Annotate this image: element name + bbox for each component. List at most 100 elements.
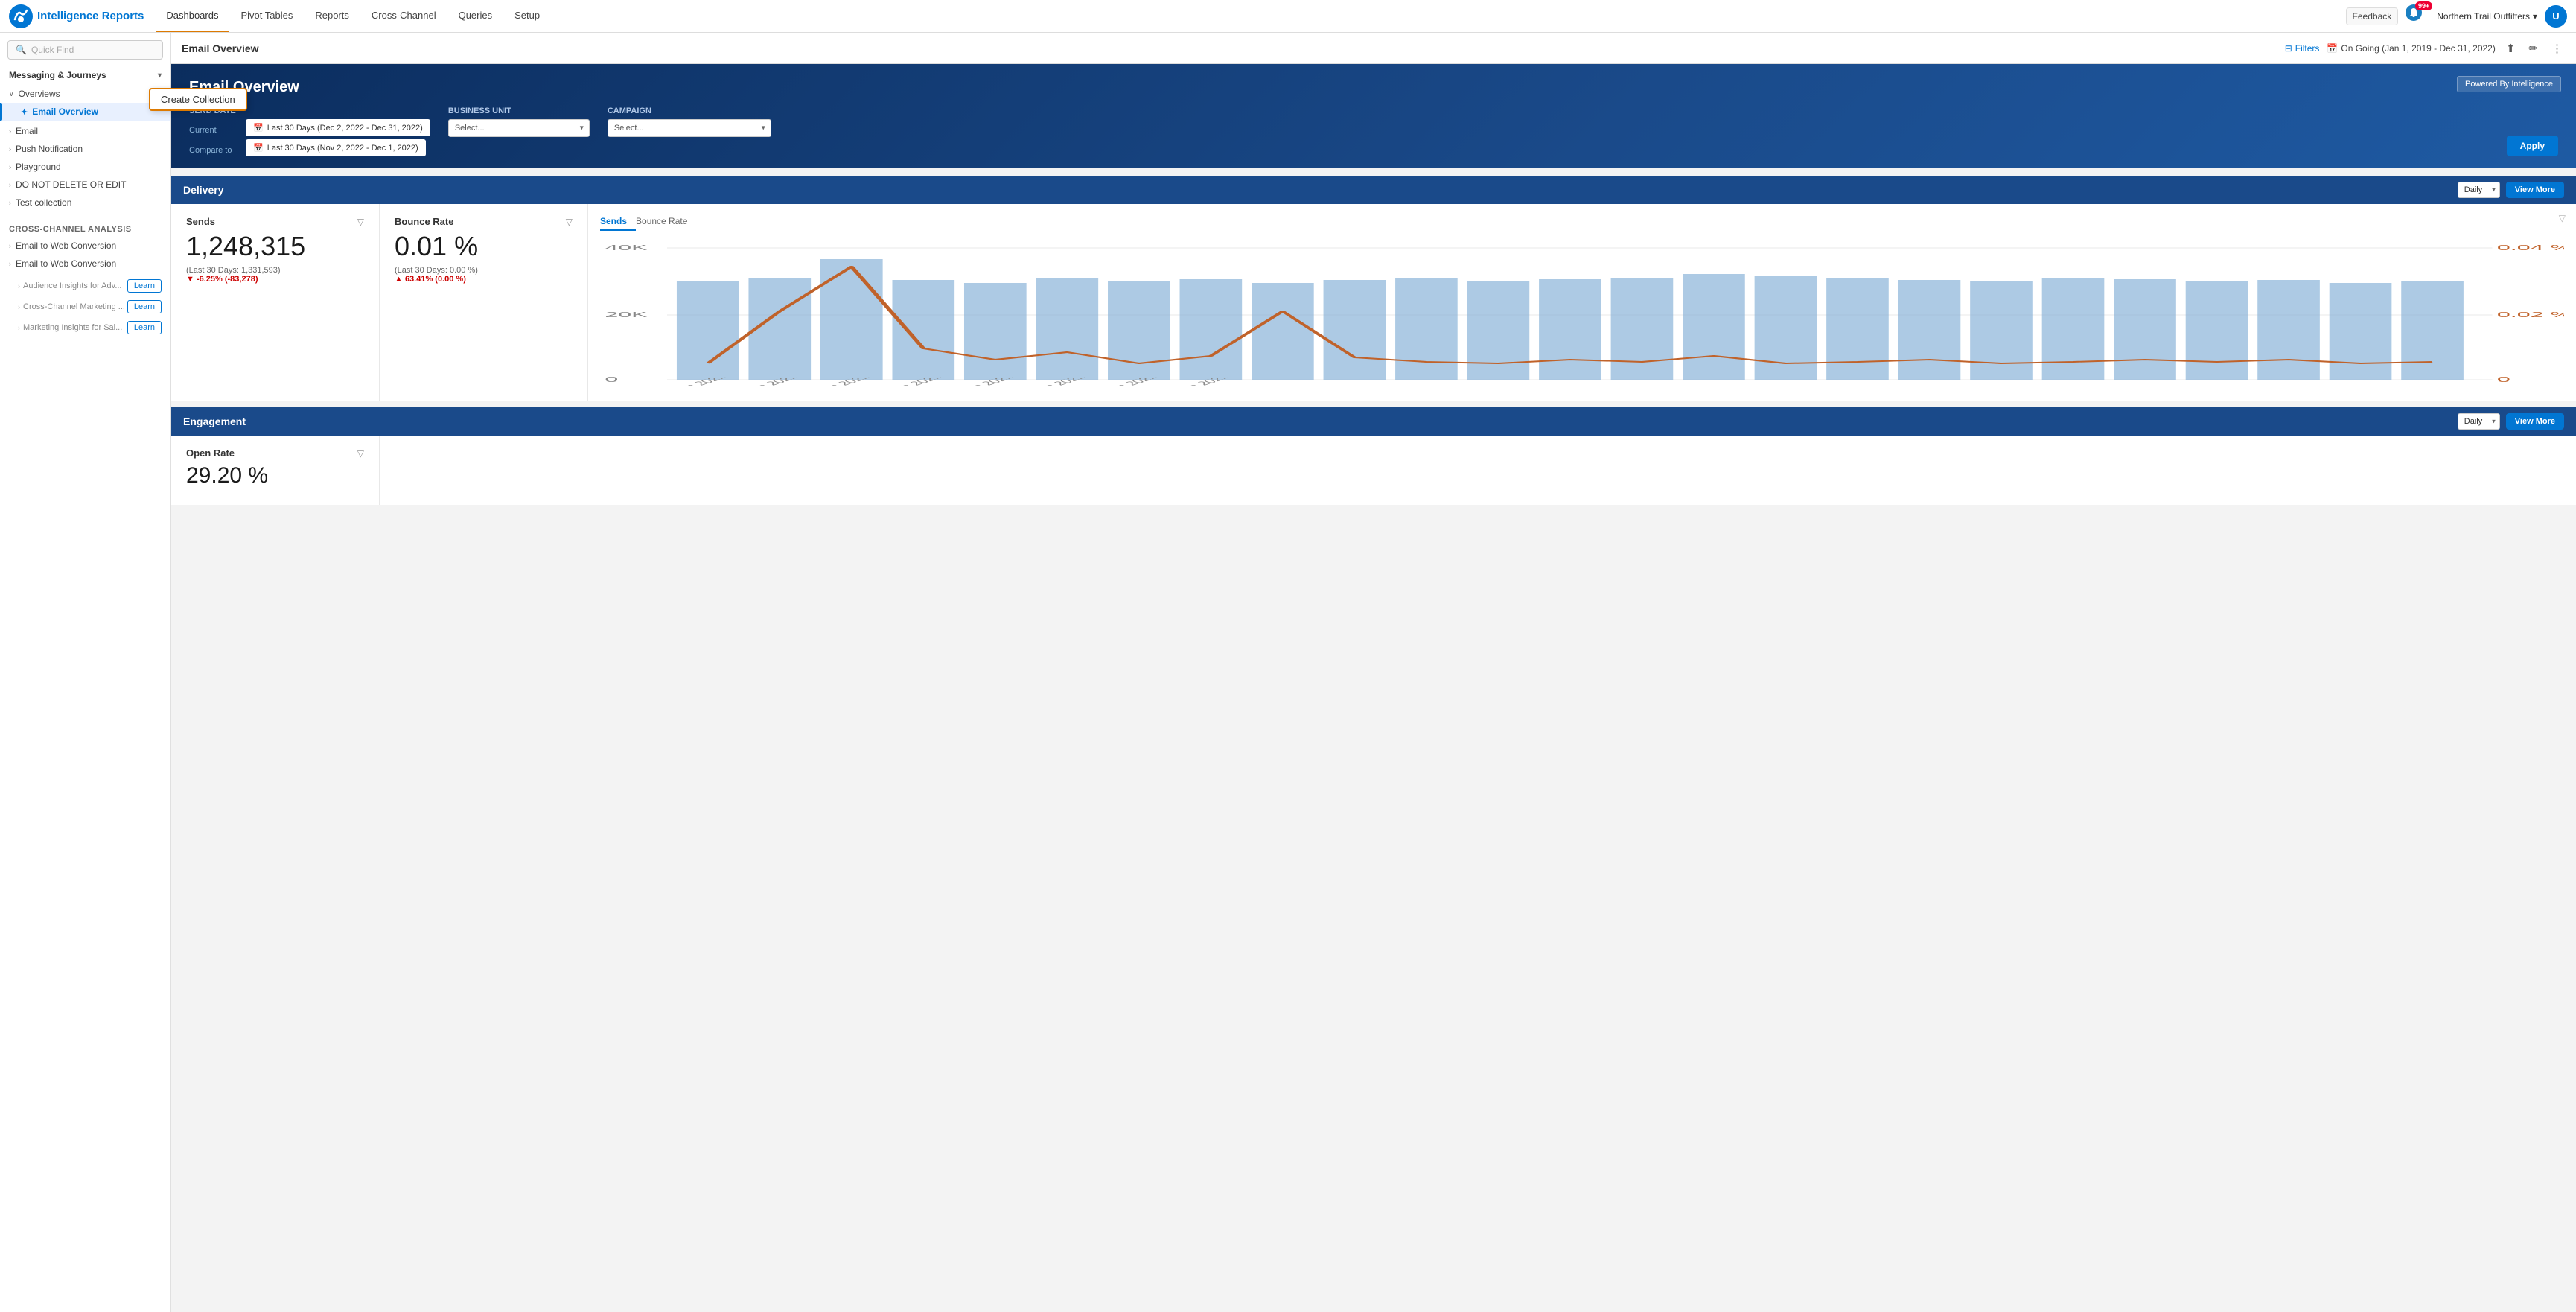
more-options-icon[interactable]: ⋮ <box>2548 42 2566 55</box>
sends-title: Sends <box>186 216 215 227</box>
bounce-rate-change: ▲ 63.41% (0.00 %) <box>395 275 573 284</box>
delivery-daily-select-wrap[interactable]: Daily <box>2458 182 2500 198</box>
engagement-title: Engagement <box>183 415 246 427</box>
sends-compare: (Last 30 Days: 1,331,593) <box>186 266 364 275</box>
apply-button[interactable]: Apply <box>2507 136 2558 156</box>
open-rate-title: Open Rate <box>186 448 235 459</box>
main-panel: Email Overview ⊟ Filters 📅 On Going (Jan… <box>171 33 2576 1312</box>
app-title: Intelligence Reports <box>37 10 144 22</box>
sub-header-title: Email Overview <box>182 42 259 54</box>
delivery-daily-select[interactable]: Daily <box>2458 182 2500 198</box>
delivery-chart: 40K 20K 0 0.04 % 0.02 % 0 <box>600 237 2564 401</box>
current-date-value: Last 30 Days (Dec 2, 2022 - Dec 31, 2022… <box>267 124 423 133</box>
date-range-display: 📅 On Going (Jan 1, 2019 - Dec 31, 2022) <box>2327 43 2495 54</box>
engagement-daily-select[interactable]: Daily <box>2458 413 2500 430</box>
tab-setup[interactable]: Setup <box>504 0 550 32</box>
avatar[interactable]: U <box>2545 5 2567 28</box>
calendar-icon: 📅 <box>2327 43 2338 54</box>
current-label: Current <box>189 121 241 135</box>
export-icon[interactable]: ⬆ <box>2503 42 2519 55</box>
sidebar-item-email-overview[interactable]: ✦ Email Overview <box>0 103 170 121</box>
chart-tabs: Sends Bounce Rate <box>600 213 2564 231</box>
engagement-view-more-button[interactable]: View More <box>2506 413 2564 430</box>
top-nav: Intelligence Reports Dashboards Pivot Ta… <box>0 0 2576 33</box>
business-unit-select[interactable]: Select... <box>448 119 590 137</box>
messaging-section-label: Messaging & Journeys <box>9 70 106 80</box>
create-collection-tooltip[interactable]: Create Collection <box>149 88 247 111</box>
nav-right: Feedback 99+ Northern Trail Outfitters ▾… <box>2346 4 2567 28</box>
tab-dashboards[interactable]: Dashboards <box>156 0 229 32</box>
feedback-button[interactable]: Feedback <box>2346 7 2399 25</box>
engagement-metrics-section: Open Rate ▽ 29.20 % <box>171 436 2576 505</box>
org-selector[interactable]: Northern Trail Outfitters ▾ <box>2437 11 2537 22</box>
do-not-delete-arrow-icon: › <box>9 181 11 188</box>
email-web-conv2-header[interactable]: › Email to Web Conversion <box>0 255 170 273</box>
cal-icon-compare: 📅 <box>253 143 264 153</box>
playground-header[interactable]: › Playground <box>0 158 170 176</box>
learn-button-2[interactable]: Learn <box>127 321 162 334</box>
cross-channel-section-label: Cross-Channel Analysis <box>0 217 170 237</box>
svg-text:0: 0 <box>605 375 618 383</box>
dashboard-header-card: Powered By Intelligence Email Overview S… <box>171 64 2576 168</box>
tab-queries[interactable]: Queries <box>448 0 503 32</box>
messaging-section-header[interactable]: Messaging & Journeys ▾ <box>0 64 170 83</box>
learn-item-0-text: Audience Insights for Adv... <box>23 281 127 290</box>
app-logo[interactable]: Intelligence Reports <box>9 4 144 28</box>
sends-value: 1,248,315 <box>186 233 364 260</box>
filters-label: Filters <box>2295 43 2320 54</box>
email-label: Email <box>16 126 38 136</box>
filters-button[interactable]: ⊟ Filters <box>2285 43 2320 54</box>
dashboard-title: Email Overview <box>189 79 2558 96</box>
edit-icon[interactable]: ✏ <box>2525 42 2541 55</box>
overviews-group: ∨ Overviews ✦ Email Overview <box>0 83 170 122</box>
delivery-section-right: Daily View More <box>2458 182 2564 198</box>
do-not-delete-header[interactable]: › DO NOT DELETE OR EDIT <box>0 176 170 194</box>
sends-filter-icon[interactable]: ▽ <box>357 217 364 227</box>
email-web-conv2-arrow-icon: › <box>9 260 11 267</box>
powered-badge: Powered By Intelligence <box>2457 76 2561 92</box>
org-dropdown-icon: ▾ <box>2533 11 2537 22</box>
push-notification-header[interactable]: › Push Notification <box>0 140 170 158</box>
chart-tab-bounce-rate[interactable]: Bounce Rate <box>636 213 696 231</box>
content-area: 🔍 Quick Find Messaging & Journeys ▾ ∨ Ov… <box>0 33 2576 1312</box>
email-overview-icon: ✦ <box>21 107 28 117</box>
learn-button-1[interactable]: Learn <box>127 300 162 313</box>
overviews-label: Overviews <box>19 89 60 99</box>
business-unit-select-wrap[interactable]: Select... <box>448 119 590 137</box>
current-date-button[interactable]: 📅 Last 30 Days (Dec 2, 2022 - Dec 31, 20… <box>246 119 430 136</box>
engagement-section-header: Engagement Daily View More <box>171 407 2576 436</box>
tab-reports[interactable]: Reports <box>305 0 360 32</box>
overviews-header[interactable]: ∨ Overviews <box>0 85 170 103</box>
notification-bell[interactable]: 99+ <box>2406 4 2429 28</box>
bounce-filter-icon[interactable]: ▽ <box>566 217 573 227</box>
email-web-conv1-header[interactable]: › Email to Web Conversion <box>0 237 170 255</box>
email-group-header[interactable]: › Email <box>0 122 170 140</box>
engagement-daily-select-wrap[interactable]: Daily <box>2458 413 2500 430</box>
bounce-rate-value: 0.01 % <box>395 233 573 260</box>
campaign-select[interactable]: Select... <box>608 119 771 137</box>
learn-button-0[interactable]: Learn <box>127 279 162 293</box>
engagement-section-right: Daily View More <box>2458 413 2564 430</box>
compare-date-value: Last 30 Days (Nov 2, 2022 - Dec 1, 2022) <box>267 144 418 153</box>
test-collection-header[interactable]: › Test collection <box>0 194 170 211</box>
chart-tab-sends[interactable]: Sends <box>600 213 636 231</box>
campaign-filter-group: Campaign Select... <box>608 106 771 137</box>
nav-tabs: Dashboards Pivot Tables Reports Cross-Ch… <box>156 0 2345 32</box>
campaign-select-wrap[interactable]: Select... <box>608 119 771 137</box>
date-range-text: On Going (Jan 1, 2019 - Dec 31, 2022) <box>2341 43 2495 54</box>
delivery-title: Delivery <box>183 184 223 196</box>
playground-label: Playground <box>16 162 61 172</box>
quick-find-input[interactable]: 🔍 Quick Find <box>7 40 163 60</box>
tab-cross-channel[interactable]: Cross-Channel <box>361 0 447 32</box>
open-rate-filter-icon[interactable]: ▽ <box>357 448 364 459</box>
compare-date-button[interactable]: 📅 Last 30 Days (Nov 2, 2022 - Dec 1, 202… <box>246 139 426 156</box>
email-web-conv2-label: Email to Web Conversion <box>16 258 116 269</box>
tab-pivot-tables[interactable]: Pivot Tables <box>230 0 303 32</box>
delivery-view-more-button[interactable]: View More <box>2506 182 2564 198</box>
open-rate-card-header: Open Rate ▽ <box>186 448 364 459</box>
sends-card-header: Sends ▽ <box>186 216 364 227</box>
chart-filter-icon[interactable]: ▽ <box>2559 213 2566 223</box>
learn-item-2-arrow: › <box>18 324 20 331</box>
test-collection-arrow-icon: › <box>9 199 11 206</box>
sends-metric-card: Sends ▽ 1,248,315 (Last 30 Days: 1,331,5… <box>171 204 380 401</box>
